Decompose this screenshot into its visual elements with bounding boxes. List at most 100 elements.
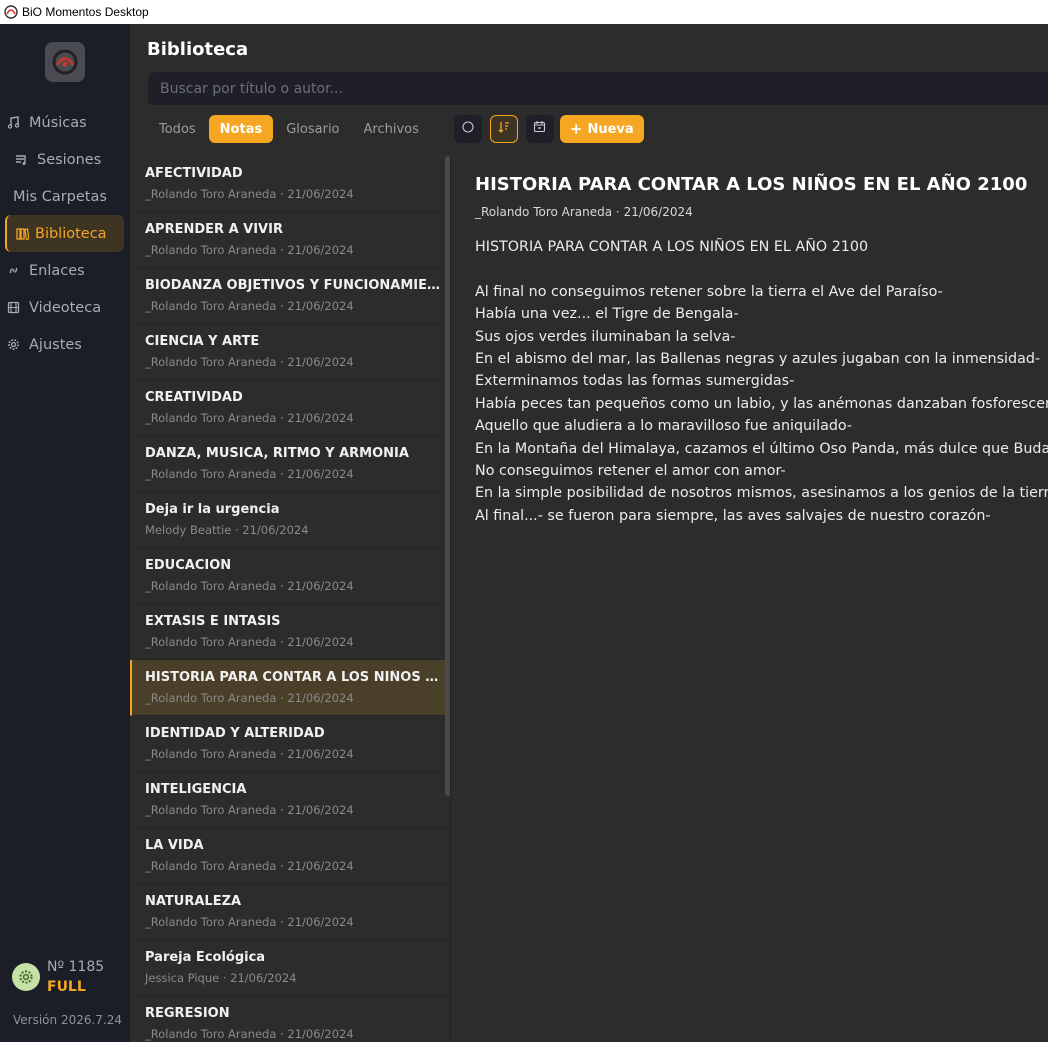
note-title: REGRESION — [145, 1006, 230, 1021]
tab-notas[interactable]: Notas — [208, 115, 274, 143]
note-body-line: Al final no conseguimos retener sobre la… — [475, 283, 943, 300]
link-icon — [6, 264, 20, 278]
note-title: CREATIVIDAD — [145, 390, 243, 405]
list-item[interactable]: AFECTIVIDAD _Rolando Toro Araneda · 21/06… — [130, 156, 450, 212]
account-plan: FULL — [47, 979, 86, 995]
calendar-icon — [533, 120, 546, 138]
sidebar-item-sesiones[interactable]: Sesiones — [0, 141, 130, 178]
sidebar-item-label: Sesiones — [37, 151, 102, 168]
note-body-line: HISTORIA PARA CONTAR A LOS NIÑOS EN EL A… — [475, 239, 869, 255]
tab-todos[interactable]: Todos — [148, 115, 207, 143]
circle-filter-button[interactable] — [453, 115, 482, 143]
note-meta: _Rolando Toro Araneda · 21/06/2024 — [145, 691, 354, 705]
sidebar-item-ajustes[interactable]: Ajustes — [0, 326, 130, 363]
note-detail: HISTORIA PARA CONTAR A LOS NIÑOS EN EL A… — [475, 174, 1048, 530]
note-title: LA VIDA — [145, 838, 204, 853]
app-logo-icon — [4, 5, 18, 19]
panel-divider — [450, 156, 451, 1042]
filter-tabs: Todos Notas Glosario Archivos + Nueva — [148, 115, 644, 143]
list-item[interactable]: REGRESION _Rolando Toro Araneda · 21/06/2… — [130, 996, 450, 1042]
note-body-line: Aquello que aludiera a lo maravilloso fu… — [475, 418, 853, 435]
list-item[interactable]: INTELIGENCIA _Rolando Toro Araneda · 21/0… — [130, 772, 450, 828]
sidebar-item-label: Biblioteca — [35, 225, 107, 242]
note-meta: Jessica Pique · 21/06/2024 — [145, 971, 297, 985]
list-item[interactable]: CIENCIA Y ARTE _Rolando Toro Araneda · 21… — [130, 324, 450, 380]
sidebar: Músicas Sesiones Mis Carpetas Biblioteca… — [0, 24, 130, 1042]
app-version: Versión 2026.7.24 — [13, 1013, 123, 1027]
list-item[interactable]: APRENDER A VIVIR _Rolando Toro Araneda · … — [130, 212, 450, 268]
sort-button[interactable] — [489, 115, 518, 143]
note-meta: _Rolando Toro Araneda · 21/06/2024 — [145, 1027, 354, 1041]
note-meta: _Rolando Toro Araneda · 21/06/2024 — [145, 299, 354, 313]
account-badge-icon — [12, 963, 40, 991]
note-body-line: En el abismo del mar, las Ballenas negra… — [475, 350, 1041, 367]
note-meta: Melody Beattie · 21/06/2024 — [145, 523, 309, 537]
sidebar-item-label: Ajustes — [29, 336, 82, 353]
sidebar-item-enlaces[interactable]: Enlaces — [0, 252, 130, 289]
note-title: APRENDER A VIVIR — [145, 222, 283, 237]
list-item[interactable]: BIODANZA OBJETIVOS Y FUNCIONAMIENTO _Rola… — [130, 268, 450, 324]
window-title: BiO Momentos Desktop — [22, 5, 149, 19]
list-item[interactable]: Pareja Ecológica Jessica Pique · 21/06/20… — [130, 940, 450, 996]
list-item[interactable]: EDUCACION _Rolando Toro Araneda · 21/06/2… — [130, 548, 450, 604]
circle-icon — [462, 120, 474, 138]
main-panel: Biblioteca Todos Notas Glosario Archivos… — [130, 24, 1048, 1042]
app-logo[interactable] — [45, 42, 85, 82]
sidebar-item-label: Videoteca — [29, 299, 102, 316]
account-number: Nº 1185 — [47, 959, 105, 975]
tab-archivos[interactable]: Archivos — [353, 115, 430, 143]
note-title: IDENTIDAD Y ALTERIDAD — [145, 726, 325, 741]
note-title: NATURALEZA — [145, 894, 242, 909]
sidebar-item-label: Enlaces — [29, 262, 85, 279]
note-meta: _Rolando Toro Araneda · 21/06/2024 — [145, 467, 354, 481]
notes-list: AFECTIVIDAD _Rolando Toro Araneda · 21/06… — [130, 156, 450, 1042]
playlist-icon — [14, 153, 28, 167]
note-meta: _Rolando Toro Araneda · 21/06/2024 — [145, 635, 354, 649]
sidebar-nav: Músicas Sesiones Mis Carpetas Biblioteca… — [0, 104, 130, 363]
list-item[interactable]: IDENTIDAD Y ALTERIDAD _Rolando Toro Arane… — [130, 716, 450, 772]
list-item-selected[interactable]: HISTORIA PARA CONTAR A LOS NIÑOS EN E...… — [130, 660, 450, 716]
date-filter-button[interactable] — [525, 115, 554, 143]
note-body-line: Al final...- se fueron para siempre, las… — [475, 507, 991, 524]
note-detail-body: HISTORIA PARA CONTAR A LOS NIÑOS EN EL A… — [475, 239, 1048, 530]
sidebar-item-biblioteca[interactable]: Biblioteca — [5, 215, 124, 252]
list-item[interactable]: Deja ir la urgencia Melody Beattie · 21/0… — [130, 492, 450, 548]
note-meta: _Rolando Toro Araneda · 21/06/2024 — [145, 803, 354, 817]
note-title: Pareja Ecológica — [145, 950, 266, 965]
tab-glosario[interactable]: Glosario — [275, 115, 350, 143]
plus-icon: + — [569, 120, 583, 138]
note-meta: _Rolando Toro Araneda · 21/06/2024 — [145, 859, 354, 873]
list-item[interactable]: EXTASIS E INTASIS _Rolando Toro Araneda ·… — [130, 604, 450, 660]
list-item[interactable]: DANZA, MUSICA, RITMO Y ARMONIA _Rolando T… — [130, 436, 450, 492]
note-meta: _Rolando Toro Araneda · 21/06/2024 — [145, 243, 354, 257]
note-meta: _Rolando Toro Araneda · 21/06/2024 — [145, 355, 354, 369]
note-detail-title: HISTORIA PARA CONTAR A LOS NIÑOS EN EL A… — [475, 174, 1028, 195]
search-input[interactable] — [148, 72, 1048, 105]
music-note-icon — [6, 116, 20, 130]
sidebar-item-label: Músicas — [29, 114, 87, 131]
note-meta: _Rolando Toro Araneda · 21/06/2024 — [145, 747, 354, 761]
gear-icon — [6, 338, 20, 352]
note-body-line: No conseguimos retener el amor con amor- — [475, 462, 786, 479]
sidebar-item-videoteca[interactable]: Videoteca — [0, 289, 130, 326]
list-item[interactable]: CREATIVIDAD _Rolando Toro Araneda · 21/06… — [130, 380, 450, 436]
note-title: BIODANZA OBJETIVOS Y FUNCIONAMIENTO — [145, 278, 440, 293]
new-note-label: Nueva — [587, 121, 634, 137]
books-icon — [15, 227, 29, 241]
sidebar-item-mis-carpetas[interactable]: Mis Carpetas — [0, 178, 130, 215]
film-icon — [6, 301, 20, 315]
note-title: EDUCACION — [145, 558, 232, 573]
note-body-line — [475, 261, 1048, 283]
note-body-line: Exterminamos todas las formas sumergidas… — [475, 373, 795, 390]
list-item[interactable]: LA VIDA _Rolando Toro Araneda · 21/06/202… — [130, 828, 450, 884]
sidebar-item-musicas[interactable]: Músicas — [0, 104, 130, 141]
sort-icon — [497, 120, 511, 139]
note-title: Deja ir la urgencia — [145, 502, 280, 517]
note-body-line: Había una vez... el Tigre de Bengala- — [475, 306, 739, 323]
sidebar-item-label: Mis Carpetas — [13, 188, 107, 205]
new-note-button[interactable]: + Nueva — [559, 115, 644, 143]
note-title: AFECTIVIDAD — [145, 166, 243, 181]
note-meta: _Rolando Toro Araneda · 21/06/2024 — [145, 411, 354, 425]
list-item[interactable]: NATURALEZA _Rolando Toro Araneda · 21/06/… — [130, 884, 450, 940]
note-detail-meta: _Rolando Toro Araneda · 21/06/2024 — [475, 205, 693, 219]
